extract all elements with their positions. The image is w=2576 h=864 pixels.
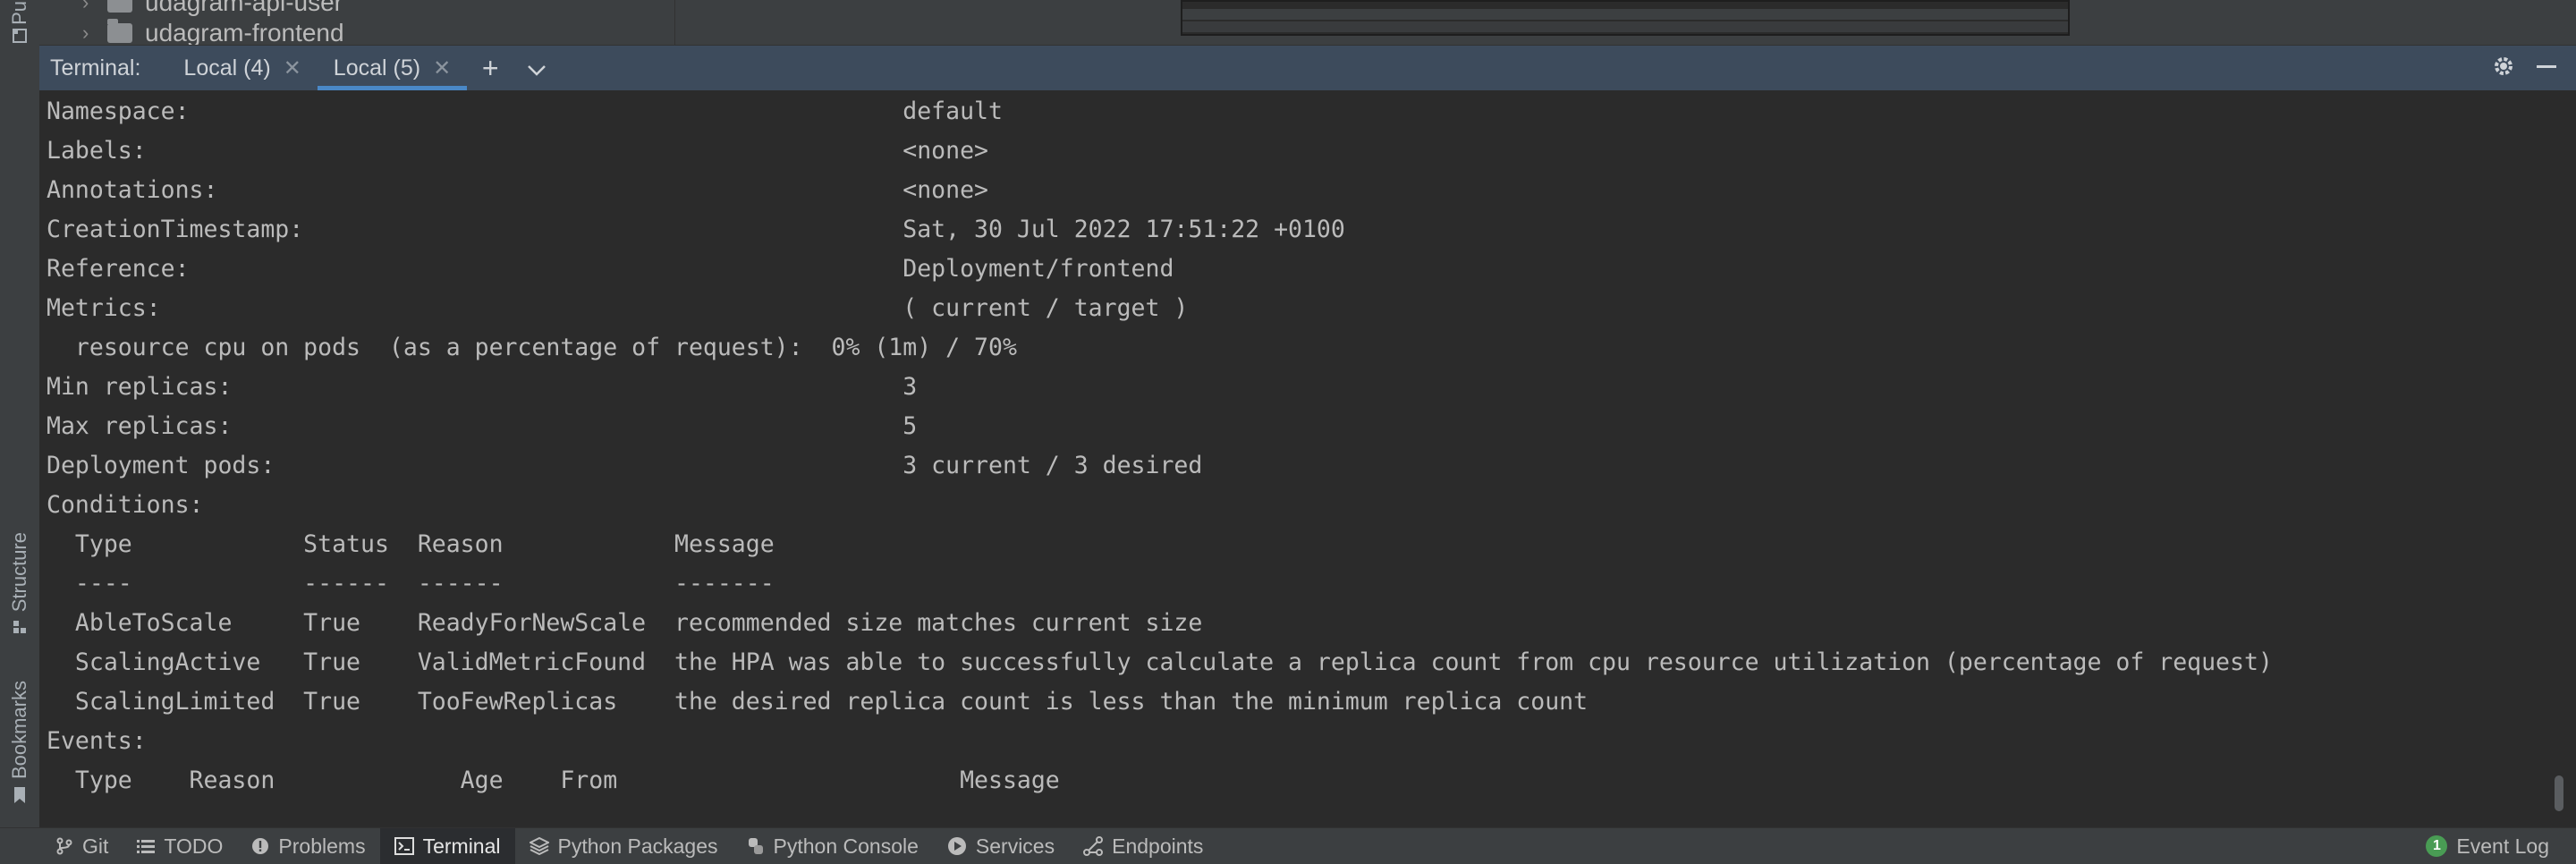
project-tree: › udagram-api-user › udagram-frontend [39,0,675,45]
tool-button-label: Terminal [422,834,501,858]
terminal-line: Min replicas: 3 [47,373,918,401]
tool-button-label: TODO [164,834,224,858]
terminal-line: Labels: <none> [47,137,988,165]
tree-item-label: udagram-api-user [145,0,343,16]
terminal-line: Metrics: ( current / target ) [47,294,1189,322]
services-icon [947,837,966,855]
folder-icon [107,0,132,13]
tab-label: Local (4) [183,55,271,80]
terminal-line: Type Status Reason Message [47,530,775,558]
terminal-line: Type Reason Age From Message [47,767,1060,794]
tool-button-label: Endpoints [1112,834,1204,858]
tab-local-5[interactable]: Local (5) ✕ [317,46,468,90]
tool-button-python-packages[interactable]: Python Packages [515,828,733,864]
event-log-button[interactable]: 1 Event Log [2426,828,2549,864]
terminal-header: Terminal: Local (4) ✕ Local (5) ✕ + [39,46,2576,90]
plus-icon[interactable]: + [467,46,513,90]
terminal-line: ---- ------ ------ ------- [47,570,775,597]
python-icon [748,838,763,854]
tool-button-label: Python Console [773,834,919,858]
bookmarks-tool-tab[interactable]: Bookmarks [5,675,34,809]
terminal-line: resource cpu on pods (as a percentage of… [47,334,1017,361]
minimize-icon[interactable] [2535,55,2558,82]
project-icon [5,25,34,47]
left-tool-strip: Pu Structure Bookmarks [0,0,40,864]
terminal-scrollbar[interactable] [2555,775,2563,811]
terminal-line: AbleToScale True ReadyForNewScale recomm… [47,609,1203,637]
terminal-line: Max replicas: 5 [47,412,918,440]
bottom-tool-bar: Git TODO Problems Terminal Python Packag… [0,827,2576,864]
tree-item-label: udagram-frontend [145,19,344,46]
tool-button-python-console[interactable]: Python Console [733,828,933,864]
tool-button-label: Problems [278,834,366,858]
project-tool-tab[interactable]: Pu [5,0,34,25]
tool-button-git[interactable]: Git [41,828,123,864]
terminal-line: Conditions: [47,491,204,519]
structure-tool-tab[interactable]: Structure [5,523,34,644]
tool-button-todo[interactable]: TODO [123,828,237,864]
endpoints-icon [1083,836,1104,856]
terminal-line: ScalingLimited True TooFewReplicas the d… [47,688,1589,716]
tree-item-udagram-frontend[interactable]: › udagram-frontend [82,16,344,46]
structure-label: Structure [8,531,30,613]
bookmark-icon [14,787,25,804]
project-tool-label: Pu [8,0,30,25]
event-log-badge: 1 [2426,835,2448,857]
terminal-line: ScalingActive True ValidMetricFound the … [47,648,2273,676]
terminal-output[interactable]: Namespace: default Labels: <none> Annota… [39,90,2576,829]
terminal-line: Deployment pods: 3 current / 3 desired [47,452,1203,479]
tool-button-terminal[interactable]: Terminal [379,828,515,864]
terminal-icon [394,837,414,855]
structure-icon [13,621,26,634]
tool-button-label: Services [975,834,1055,858]
packages-icon [529,837,549,855]
terminal-line: Events: [47,727,147,755]
chevron-down-icon[interactable] [513,46,560,90]
tool-button-endpoints[interactable]: Endpoints [1069,828,1217,864]
tool-button-label: Git [82,834,109,858]
tab-label: Local (5) [333,55,421,80]
embedded-screenshot-thumbnail [1181,0,2070,36]
terminal-line: CreationTimestamp: Sat, 30 Jul 2022 17:5… [47,216,1345,243]
tool-button-problems[interactable]: Problems [237,828,379,864]
terminal-line: Namespace: default [47,97,1003,125]
terminal-line: Annotations: <none> [47,176,988,204]
bookmarks-label: Bookmarks [8,680,30,780]
list-icon [137,840,156,853]
tool-button-services[interactable]: Services [933,828,1069,864]
top-editor-strip: › udagram-api-user › udagram-frontend [39,0,2576,46]
git-branch-icon [56,837,72,855]
close-icon[interactable]: ✕ [284,55,301,81]
close-icon[interactable]: ✕ [433,55,451,81]
tab-local-4[interactable]: Local (4) ✕ [167,46,317,90]
chevron-right-icon: › [82,21,89,44]
terminal-title: Terminal: [50,55,141,80]
terminal-line: Reference: Deployment/frontend [47,255,1174,283]
tool-button-label: Python Packages [557,834,718,858]
gear-icon[interactable] [2492,55,2515,82]
folder-icon [107,19,132,43]
event-log-label: Event Log [2456,834,2549,858]
chevron-right-icon: › [82,0,89,13]
problems-icon [252,838,269,854]
